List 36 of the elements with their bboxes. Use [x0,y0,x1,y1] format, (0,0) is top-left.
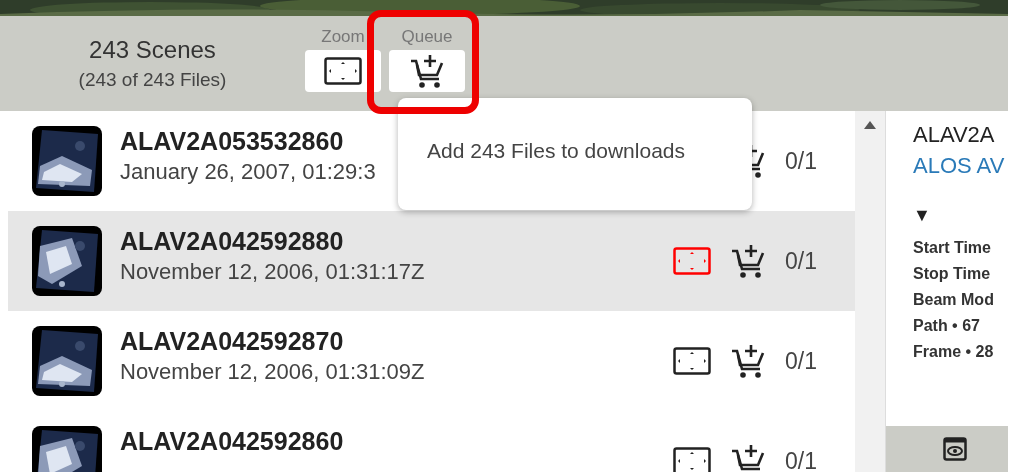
zoom-extent-icon [324,57,362,85]
metadata-label: Beam Mod [913,290,995,310]
collapse-toggle[interactable]: ▼ [913,201,1008,229]
cart-add-icon [731,343,765,379]
zoom-icon [673,347,711,375]
scene-name: ALAV2A042592870 [120,326,344,357]
file-count: 0/1 [785,246,818,276]
popover-text: Add 243 Files to downloads [427,138,685,165]
scene-name: ALAV2A053532860 [120,126,344,157]
metadata-label: Stop Time [913,264,992,284]
cart-add-icon [731,243,765,279]
eye-icon[interactable] [943,437,967,461]
zoom-icon [673,247,711,275]
scene-name: ALAV2A042592880 [120,226,344,257]
file-count: 0/1 [785,346,818,376]
metadata-label: Start Time [913,238,992,258]
file-count: (243 of 243 Files) [78,68,227,92]
detail-title: ALAV2A [913,121,996,149]
tool-label: Zoom [321,26,365,48]
scene-date: November 12, 2006, 01:31:17Z [120,258,425,286]
scene-count: 243 Scenes [89,35,216,65]
cart-add-icon [410,53,444,89]
tool-label: Queue [401,26,453,48]
scene-row[interactable]: ALAV2A042592880 November 12, 2006, 01:31:17Z 0/1 [8,211,855,311]
zoom-icon [673,447,711,472]
scroll-up-icon[interactable] [864,121,876,129]
file-count: 0/1 [785,446,818,472]
scene-date: November 12, 2006, 01:31:09Z [120,358,425,386]
metadata-label: Frame • 28 [913,342,995,362]
queue-button[interactable] [389,50,465,92]
scene-name: ALAV2A042592860 [120,426,344,457]
dataset-link[interactable]: ALOS AV [913,151,1008,181]
file-count: 0/1 [785,146,818,176]
metadata-label: Path • 67 [913,316,981,336]
scene-date: January 26, 2007, 01:29:3 [120,158,376,186]
cart-add-icon [731,443,765,472]
